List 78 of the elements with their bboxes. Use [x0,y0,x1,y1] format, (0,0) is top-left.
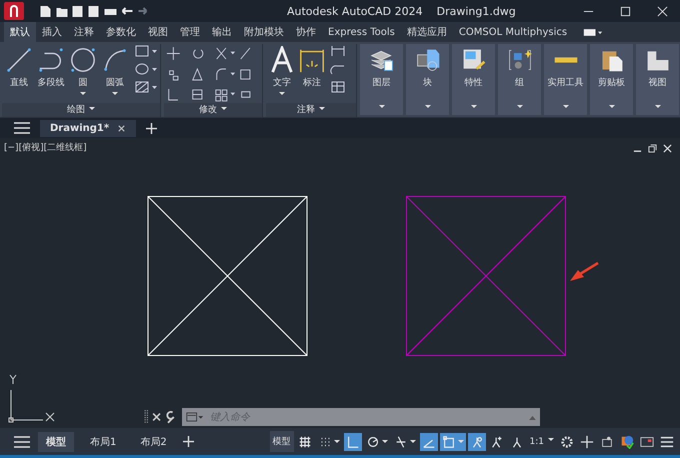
ribbon-tab[interactable]: Express Tools [322,24,401,40]
menu-icon[interactable] [14,122,30,134]
modify-tool-icon[interactable] [214,46,236,61]
ribbon-panel-button[interactable]: 块 [406,44,449,115]
document-name: Drawing1.dwg [436,4,516,18]
ribbon-tab[interactable]: 精选应用 [400,22,453,42]
workspace-dropdown-icon[interactable] [583,28,604,36]
ruler-icon [552,56,578,64]
circle-tool-icon [69,46,97,74]
ribbon-tool-button[interactable]: 直线 [4,44,34,103]
command-history-icon[interactable] [186,412,204,422]
grid-icon [298,434,312,448]
block-icon [414,47,440,73]
rectangle-tool-icon[interactable] [134,44,158,58]
square-snap-icon [442,434,456,448]
status-toggle-button[interactable] [420,432,438,450]
ribbon-tab[interactable]: 附加模块 [238,22,290,42]
customize-menu-icon[interactable] [660,434,674,448]
ribbon-panel-button[interactable]: 剪贴板 [590,44,633,115]
ucs-icon [8,374,54,422]
hatch-tool-icon[interactable] [134,80,158,94]
ribbon-tool-button[interactable]: 多段线 [36,44,66,103]
model-space-button[interactable]: 模型 [270,431,294,452]
modify-tool-icon[interactable] [214,66,236,82]
file-tab[interactable]: Drawing1* [40,120,136,136]
status-toggle-button[interactable] [468,432,486,450]
isolate-icon[interactable] [600,434,614,448]
layout-tab[interactable]: 模型 [38,432,74,452]
slanted-line-icon [394,434,408,448]
panel-title[interactable]: 绘图 [2,103,160,117]
viewport-label[interactable]: [−][俯视][二维线框] [4,141,87,154]
ribbon-tab[interactable]: 视图 [142,22,174,42]
layout-tab[interactable]: 布局1 [82,432,124,452]
settings-icon[interactable] [560,434,574,448]
close-icon[interactable] [117,124,126,132]
ribbon-panel-button[interactable]: 组 [498,44,541,115]
plus-icon[interactable] [146,122,158,134]
ribbon-panel-button[interactable]: 视图 [636,44,679,115]
ribbon-panel-button[interactable]: 实用工具 [544,44,587,115]
ribbon-panel-button[interactable]: 特性 [452,44,495,115]
ribbon-tab[interactable]: 输出 [206,22,238,42]
hardware-acceleration-icon[interactable] [620,434,634,448]
menu-icon[interactable] [14,436,30,448]
panel-title[interactable]: 注释 [266,103,356,117]
maximize-icon[interactable] [620,6,631,16]
plus-icon[interactable] [182,436,194,447]
ribbon-tab[interactable]: 参数化 [100,22,142,42]
annotation-scale-button[interactable]: 1:1 [528,436,556,446]
ribbon-tab[interactable]: 管理 [174,22,206,42]
ribbon-tab[interactable]: 协作 [290,22,322,42]
app-logo-icon[interactable] [4,2,24,20]
polyline-tool-icon [37,46,65,74]
ribbon-panel-button[interactable]: 图层 [360,44,403,115]
group-icon [506,47,532,73]
modify-tool-icon[interactable] [214,87,236,102]
ribbon-tool-button[interactable]: 圆 [68,44,98,103]
ribbon-tab[interactable]: 注释 [68,22,100,42]
clean-screen-icon[interactable] [640,434,654,448]
circle-target-icon [366,434,380,448]
ribbon-tab[interactable]: 插入 [36,22,68,42]
ribbon-tab[interactable]: COMSOL Multiphysics [452,24,574,40]
ribbon-tool-button[interactable]: 标注 [298,44,326,103]
panel-title[interactable]: 修改 [164,103,262,117]
line-tool-icon [5,46,33,74]
plus-icon[interactable] [580,434,594,448]
restore-icon[interactable] [648,144,657,153]
ribbon-tab[interactable]: 默认 [4,22,36,42]
status-toggle-button[interactable] [344,432,362,450]
right-angle-icon [346,434,360,448]
figure-plus-icon [490,434,504,448]
ribbon-tool-button[interactable]: 文字 [268,44,296,103]
layout-tab[interactable]: 布局2 [132,432,175,452]
ellipse-tool-icon[interactable] [134,62,158,76]
ribbon-tool-button[interactable]: 圆弧 [100,44,130,103]
window-title: Autodesk AutoCAD 2024 [287,4,423,18]
status-toggle-button[interactable] [440,432,466,450]
close-icon[interactable] [663,144,672,153]
close-icon[interactable] [657,6,668,16]
